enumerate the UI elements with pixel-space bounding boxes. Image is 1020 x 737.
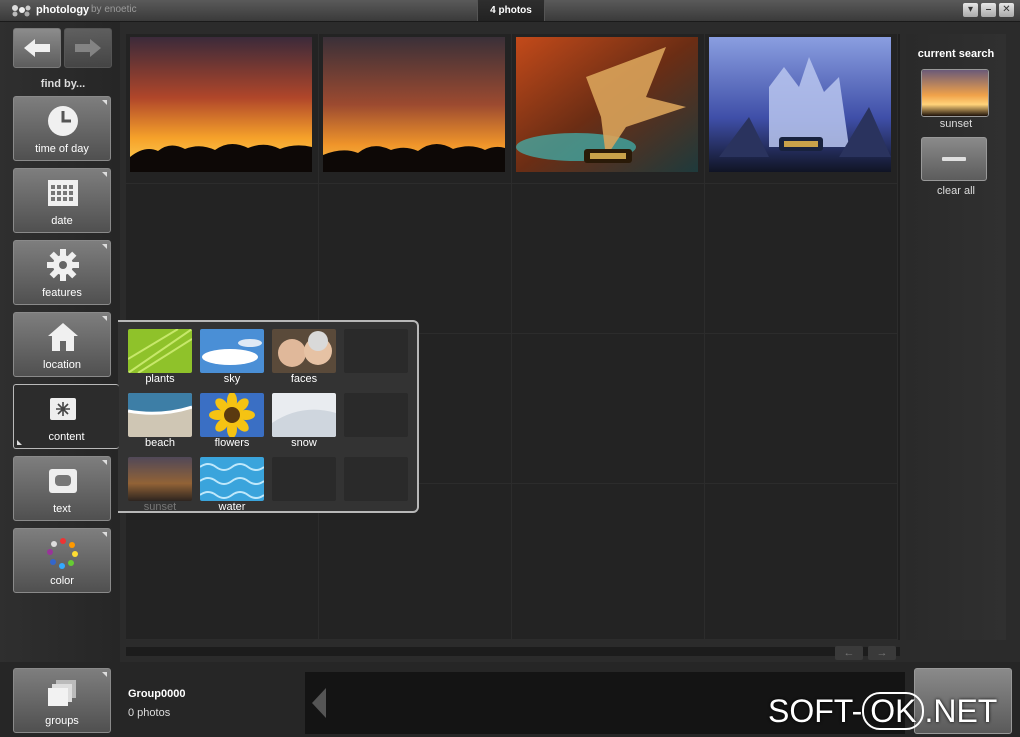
sunset-photo-1[interactable]	[130, 37, 312, 172]
page-next-button[interactable]: →	[868, 646, 896, 660]
filter-content[interactable]: content	[13, 384, 119, 449]
content-tile-water[interactable]	[200, 457, 264, 501]
filter-time-of-day[interactable]: time of day	[13, 96, 111, 161]
tile-label: beach	[145, 437, 175, 449]
warcraft-wallpaper-2[interactable]	[709, 37, 891, 172]
current-search-sunset-tile[interactable]	[921, 69, 989, 117]
forward-button[interactable]	[64, 28, 112, 68]
group-name: Group0000	[128, 688, 186, 700]
active-corner-marker	[17, 440, 22, 445]
clear-all-label: clear all	[937, 185, 975, 197]
tile-label: sunset	[143, 501, 177, 513]
content-tile-sunset[interactable]	[128, 457, 192, 501]
group-photo-count: 0 photos	[128, 707, 171, 719]
filter-label: time of day	[35, 143, 89, 155]
content-tile-empty	[272, 457, 336, 501]
filter-label: location	[43, 359, 81, 371]
current-search-title: current search	[917, 48, 995, 60]
filter-text[interactable]: text	[13, 456, 111, 521]
arrow-right-icon	[75, 39, 101, 57]
sunset-photo-2[interactable]	[323, 37, 505, 172]
tile-label: snow	[291, 437, 317, 449]
photo-count: 4 photos	[477, 0, 545, 21]
filter-date[interactable]: date	[13, 168, 111, 233]
groups-label: groups	[45, 715, 79, 727]
groups-button[interactable]: groups	[13, 668, 111, 733]
house-icon	[48, 323, 78, 351]
filter-color[interactable]: color	[13, 528, 111, 593]
tile-label: faces	[290, 373, 318, 385]
filter-label: features	[42, 287, 82, 299]
current-search-item-label: sunset	[939, 118, 973, 130]
clock-icon	[48, 106, 78, 136]
content-tile-plants[interactable]	[128, 329, 192, 373]
arrow-left-icon	[24, 39, 50, 57]
watermark-prefix: SOFT-	[768, 693, 863, 729]
minimize-button[interactable]: ▾	[963, 3, 978, 17]
watermark-ring: OK	[862, 692, 925, 730]
restore-button[interactable]: –	[981, 3, 996, 17]
photo-stack-icon	[48, 680, 76, 706]
content-tile-sky[interactable]	[200, 329, 264, 373]
content-tile-flowers[interactable]	[200, 393, 264, 437]
content-tile-faces[interactable]	[272, 329, 336, 373]
grid-cell[interactable]	[512, 34, 705, 184]
content-tile-empty	[344, 329, 408, 373]
watermark-suffix: .NET	[924, 693, 998, 729]
sparkle-icon	[50, 398, 76, 420]
close-button[interactable]: ✕	[999, 3, 1014, 17]
app-title: photology	[36, 4, 90, 16]
content-tile-empty	[344, 393, 408, 437]
grid-cell[interactable]	[319, 34, 512, 184]
tile-label: sky	[223, 373, 241, 385]
clear-all-button[interactable]	[921, 137, 987, 181]
content-filter-popup: plants sky faces beach flowers snow suns…	[118, 320, 419, 513]
filter-location[interactable]: location	[13, 312, 111, 377]
gear-icon	[47, 249, 79, 281]
filter-label: date	[51, 215, 73, 227]
filter-label: color	[50, 575, 74, 587]
calendar-icon	[48, 180, 78, 206]
content-tile-snow[interactable]	[272, 393, 336, 437]
page-prev-button[interactable]: ←	[835, 646, 863, 660]
filter-features[interactable]: features	[13, 240, 111, 305]
grid-cell[interactable]	[705, 34, 898, 184]
tile-label: flowers	[214, 437, 250, 449]
tile-label: water	[218, 501, 246, 513]
watermark: SOFT- OK .NET	[768, 692, 997, 730]
content-tile-beach[interactable]	[128, 393, 192, 437]
color-wheel-icon	[47, 538, 78, 569]
back-button[interactable]	[13, 28, 61, 68]
tile-label: plants	[145, 373, 175, 385]
photology-logo-icon	[12, 5, 31, 17]
grid-cell[interactable]	[126, 34, 319, 184]
minus-icon	[942, 157, 966, 161]
find-by-label: find by...	[40, 78, 86, 90]
strip-scroll-left-icon[interactable]	[312, 688, 326, 718]
speech-bubble-icon	[49, 469, 77, 493]
warcraft-wallpaper-1[interactable]	[516, 37, 698, 172]
content-tile-empty	[344, 457, 408, 501]
filter-label: content	[48, 431, 85, 443]
app-vendor: by enoetic	[91, 4, 137, 15]
grid-scrollbar[interactable]	[126, 647, 900, 656]
filter-label: text	[53, 503, 71, 515]
